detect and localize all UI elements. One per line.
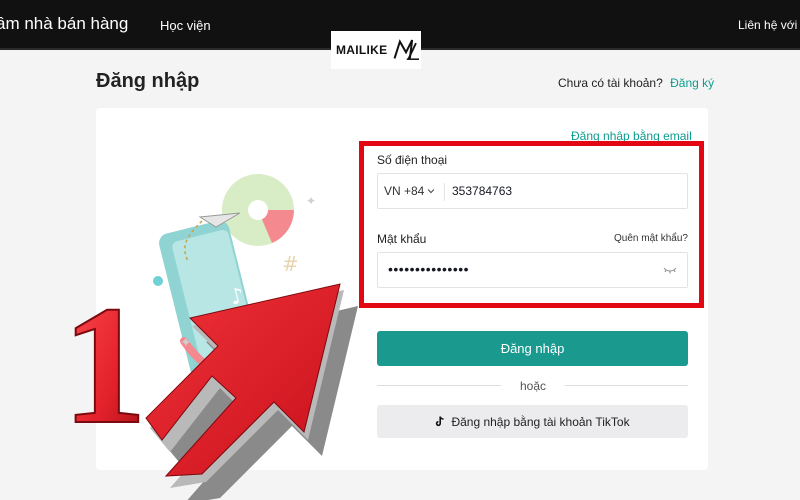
logo-text: MAILIKE: [336, 43, 388, 57]
highlight-box: [360, 142, 703, 307]
contact-link[interactable]: Liên hệ với c: [738, 18, 800, 32]
divider-left: [377, 385, 501, 386]
mailike-logo: MAILIKE: [331, 31, 421, 69]
nav-link-academy[interactable]: Học viện: [160, 18, 211, 33]
svg-text:✦: ✦: [306, 194, 316, 208]
svg-text:#: #: [282, 252, 299, 276]
login-button[interactable]: Đăng nhập: [377, 331, 688, 366]
tiktok-login-button[interactable]: Đăng nhập bằng tài khoản TikTok: [377, 405, 688, 438]
tiktok-login-label: Đăng nhập bằng tài khoản TikTok: [451, 414, 630, 429]
tiktok-phone-illustration: ♪ # ✦ ✦: [153, 174, 322, 383]
logo-mark-icon: [394, 39, 420, 60]
email-login-link[interactable]: Đăng nhập bằng email: [571, 129, 692, 143]
brand-title[interactable]: ầm nhà bán hàng: [0, 14, 128, 34]
signup-link[interactable]: Đăng ký: [670, 76, 714, 90]
tiktok-icon: [436, 416, 445, 427]
signup-prompt: Chưa có tài khoản? Đăng ký: [558, 76, 714, 90]
or-separator: hoặc: [520, 379, 547, 393]
no-account-text: Chưa có tài khoản?: [558, 76, 663, 90]
page-title: Đăng nhập: [96, 70, 200, 92]
svg-text:✦: ✦: [180, 335, 192, 351]
divider-right: [565, 385, 688, 386]
